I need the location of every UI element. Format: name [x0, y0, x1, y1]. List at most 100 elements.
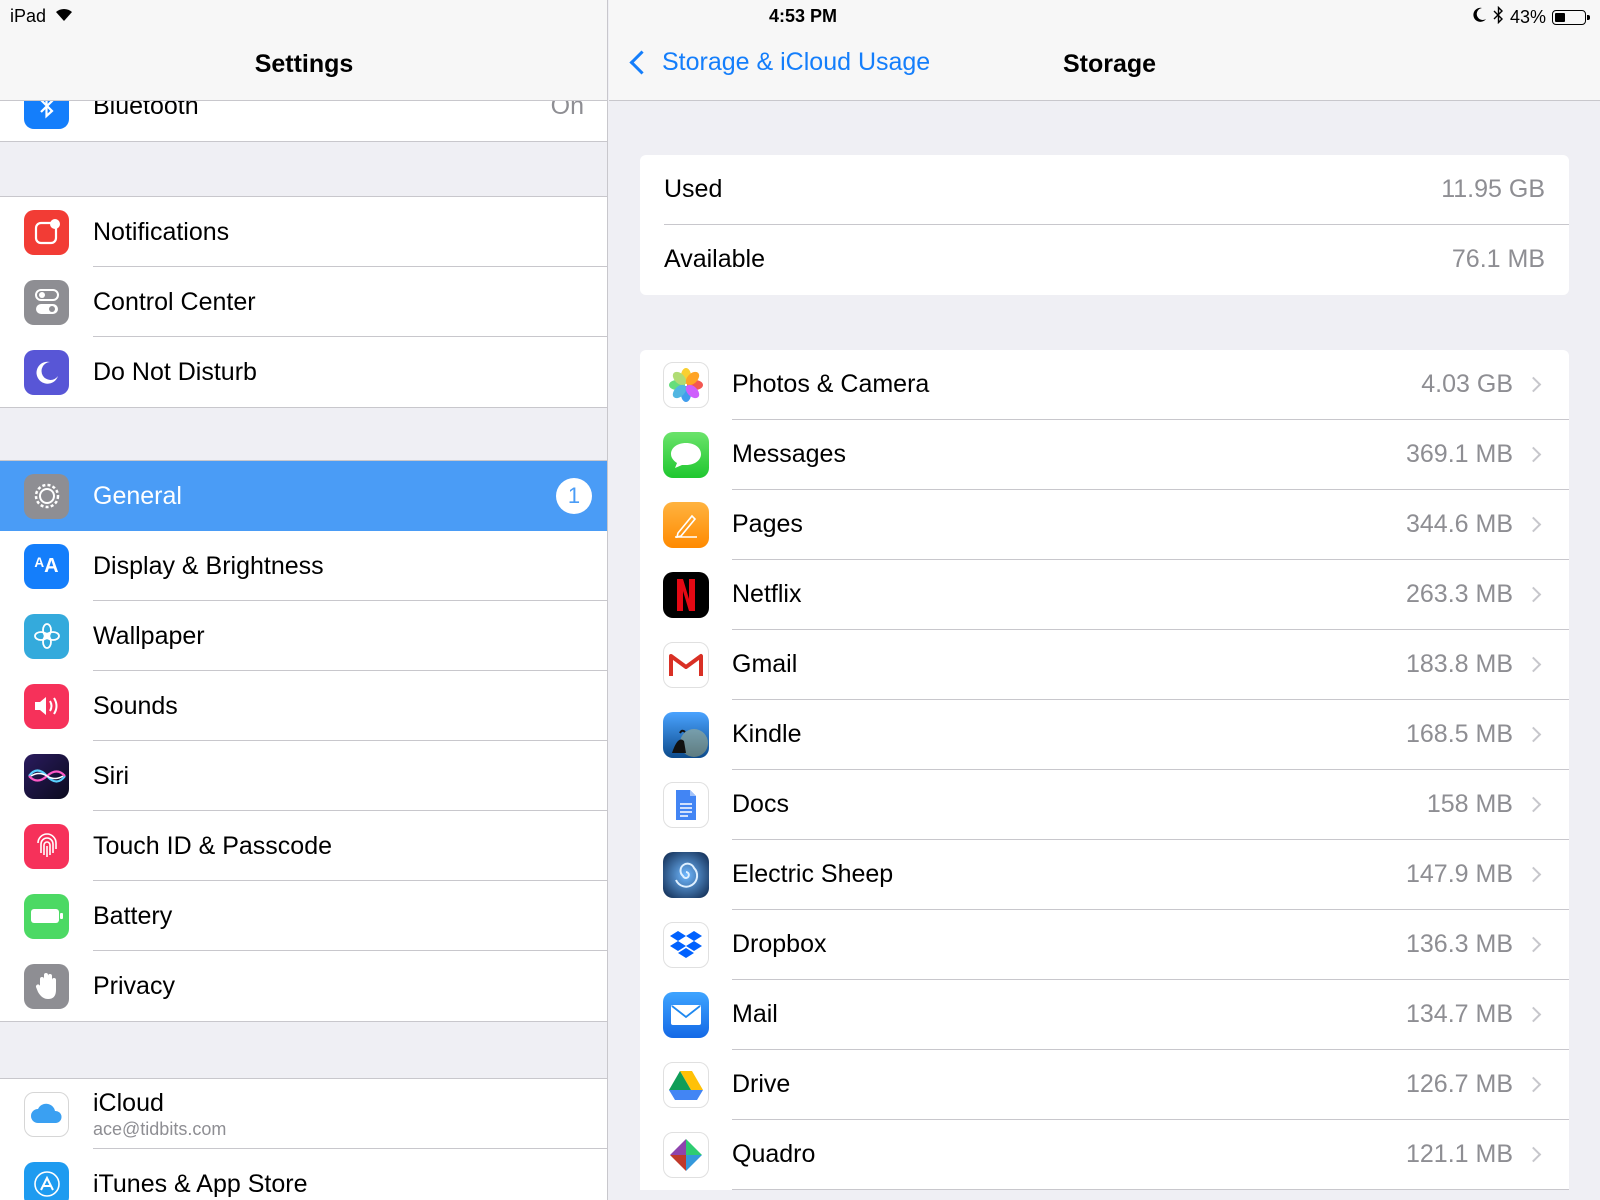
app-size: 183.8 MB [1405, 650, 1513, 678]
sidebar-item-label: Do Not Disturb [93, 357, 257, 386]
settings-group-1: Notifications Control Center Do Not Dist… [0, 196, 607, 408]
chevron-right-icon [1525, 516, 1542, 533]
divider [732, 1189, 1569, 1190]
settings-group-2: General 1 ᴬA Display & Brightness Wallpa… [0, 460, 607, 1022]
sidebar-item-control-center[interactable]: Control Center [0, 267, 607, 337]
list-item[interactable]: Netflix 263.3 MB [640, 560, 1569, 630]
sidebar-item-label: Touch ID & Passcode [93, 831, 333, 860]
list-item[interactable]: Pages 344.6 MB [640, 490, 1569, 560]
chevron-right-icon [1525, 1006, 1542, 1023]
chevron-right-icon [1525, 1146, 1542, 1163]
sidebar-item-general[interactable]: General 1 [0, 461, 607, 531]
bluetooth-icon [1493, 5, 1504, 29]
app-name: Gmail [732, 650, 798, 678]
status-time: 4:53 PM [768, 6, 838, 26]
docs-icon [663, 782, 709, 828]
app-size: 344.6 MB [1405, 510, 1513, 538]
app-size: 369.1 MB [1405, 440, 1513, 468]
list-item[interactable]: Messages 369.1 MB [640, 420, 1569, 490]
sidebar-item-label: Control Center [93, 287, 256, 316]
app-size: 4.03 GB [1421, 370, 1513, 398]
app-name: Pages [732, 510, 803, 538]
chevron-right-icon [1525, 866, 1542, 883]
sidebar-item-label: Notifications [93, 217, 230, 246]
chevron-right-icon [1525, 446, 1542, 463]
sidebar-item-do-not-disturb[interactable]: Do Not Disturb [0, 337, 607, 407]
app-storage-list: Photos & Camera 4.03 GB Messages 369.1 M… [640, 350, 1569, 1190]
app-name: Mail [732, 1000, 778, 1028]
chevron-right-icon [1525, 376, 1542, 393]
app-size: 168.5 MB [1405, 720, 1513, 748]
app-size: 126.7 MB [1405, 1070, 1513, 1098]
status-bar: iPad 4:53 PM 43% [0, 0, 1600, 34]
mail-icon [663, 992, 709, 1038]
netflix-icon [663, 572, 709, 618]
notification-badge: 1 [556, 478, 592, 514]
sidebar-item-app-store[interactable]: iTunes & App Store [0, 1149, 607, 1200]
sidebar-item-label: Display & Brightness [93, 551, 324, 580]
list-item[interactable]: Dropbox 136.3 MB [640, 910, 1569, 980]
app-name: Kindle [732, 720, 802, 748]
siri-icon [24, 753, 69, 799]
detail-title: Storage [1062, 50, 1157, 78]
sidebar-item-label: Privacy [93, 971, 175, 1000]
dropbox-icon [663, 922, 709, 968]
list-item[interactable]: Mail 134.7 MB [640, 980, 1569, 1050]
sidebar-item-notifications[interactable]: Notifications [0, 197, 607, 267]
app-name: Quadro [732, 1140, 816, 1168]
chevron-right-icon [1525, 656, 1542, 673]
app-name: Photos & Camera [732, 370, 930, 398]
wallpaper-icon [24, 613, 69, 659]
app-size: 158 MB [1426, 790, 1513, 818]
sidebar-item-label: iTunes & App Store [93, 1169, 308, 1198]
chevron-right-icon [1525, 1076, 1542, 1093]
sidebar-item-sounds[interactable]: Sounds [0, 671, 607, 741]
used-label: Used [664, 175, 723, 203]
status-right: 43% [1473, 5, 1590, 29]
settings-group-3: iCloud ace@tidbits.com iTunes & App Stor… [0, 1078, 607, 1200]
list-item[interactable]: Kindle 168.5 MB [640, 700, 1569, 770]
sidebar-item-touch-id[interactable]: Touch ID & Passcode [0, 811, 607, 881]
app-name: Docs [732, 790, 789, 818]
sidebar-item-privacy[interactable]: Privacy [0, 951, 607, 1021]
list-item[interactable]: Photos & Camera 4.03 GB [640, 350, 1569, 420]
notifications-icon [24, 209, 69, 255]
list-item[interactable]: Quadro 121.1 MB [640, 1120, 1569, 1190]
list-item[interactable]: Drive 126.7 MB [640, 1050, 1569, 1120]
list-item[interactable]: Docs 158 MB [640, 770, 1569, 840]
sidebar-item-label: Sounds [93, 691, 178, 720]
moon-icon [1473, 7, 1487, 28]
sidebar-item-battery[interactable]: Battery [0, 881, 607, 951]
app-size: 121.1 MB [1405, 1140, 1513, 1168]
app-size: 134.7 MB [1405, 1000, 1513, 1028]
sidebar-item-siri[interactable]: Siri [0, 741, 607, 811]
used-value: 11.95 GB [1441, 175, 1545, 203]
battery-fill [1555, 13, 1565, 22]
sidebar-item-display-brightness[interactable]: ᴬA Display & Brightness [0, 531, 607, 601]
app-size: 147.9 MB [1405, 860, 1513, 888]
settings-master-pane: Settings Bluetooth On Notifications Cont… [0, 0, 608, 1200]
storage-available-row: Available 76.1 MB [640, 225, 1569, 295]
storage-summary-card: Used 11.95 GB Available 76.1 MB [640, 155, 1569, 295]
sidebar-item-wallpaper[interactable]: Wallpaper [0, 601, 607, 671]
electric-sheep-icon [663, 852, 709, 898]
sidebar-item-icloud[interactable]: iCloud ace@tidbits.com [0, 1079, 607, 1149]
chevron-right-icon [1525, 726, 1542, 743]
app-size: 263.3 MB [1405, 580, 1513, 608]
storage-used-row: Used 11.95 GB [640, 155, 1569, 225]
quadro-icon [663, 1132, 709, 1178]
chevron-right-icon [1525, 936, 1542, 953]
icloud-icon [24, 1091, 69, 1137]
display-icon: ᴬA [24, 543, 69, 589]
app-name: Drive [732, 1070, 791, 1098]
sidebar-item-label: Siri [93, 761, 130, 790]
sidebar-item-label: General [93, 481, 182, 510]
list-item[interactable]: Electric Sheep 147.9 MB [640, 840, 1569, 910]
app-name: Dropbox [732, 930, 827, 958]
battery-percentage: 43% [1509, 7, 1546, 27]
account-email: ace@tidbits.com [93, 1119, 227, 1139]
chevron-right-icon [1525, 796, 1542, 813]
list-item[interactable]: Gmail 183.8 MB [640, 630, 1569, 700]
pages-icon [663, 502, 709, 548]
speaker-icon [24, 683, 69, 729]
